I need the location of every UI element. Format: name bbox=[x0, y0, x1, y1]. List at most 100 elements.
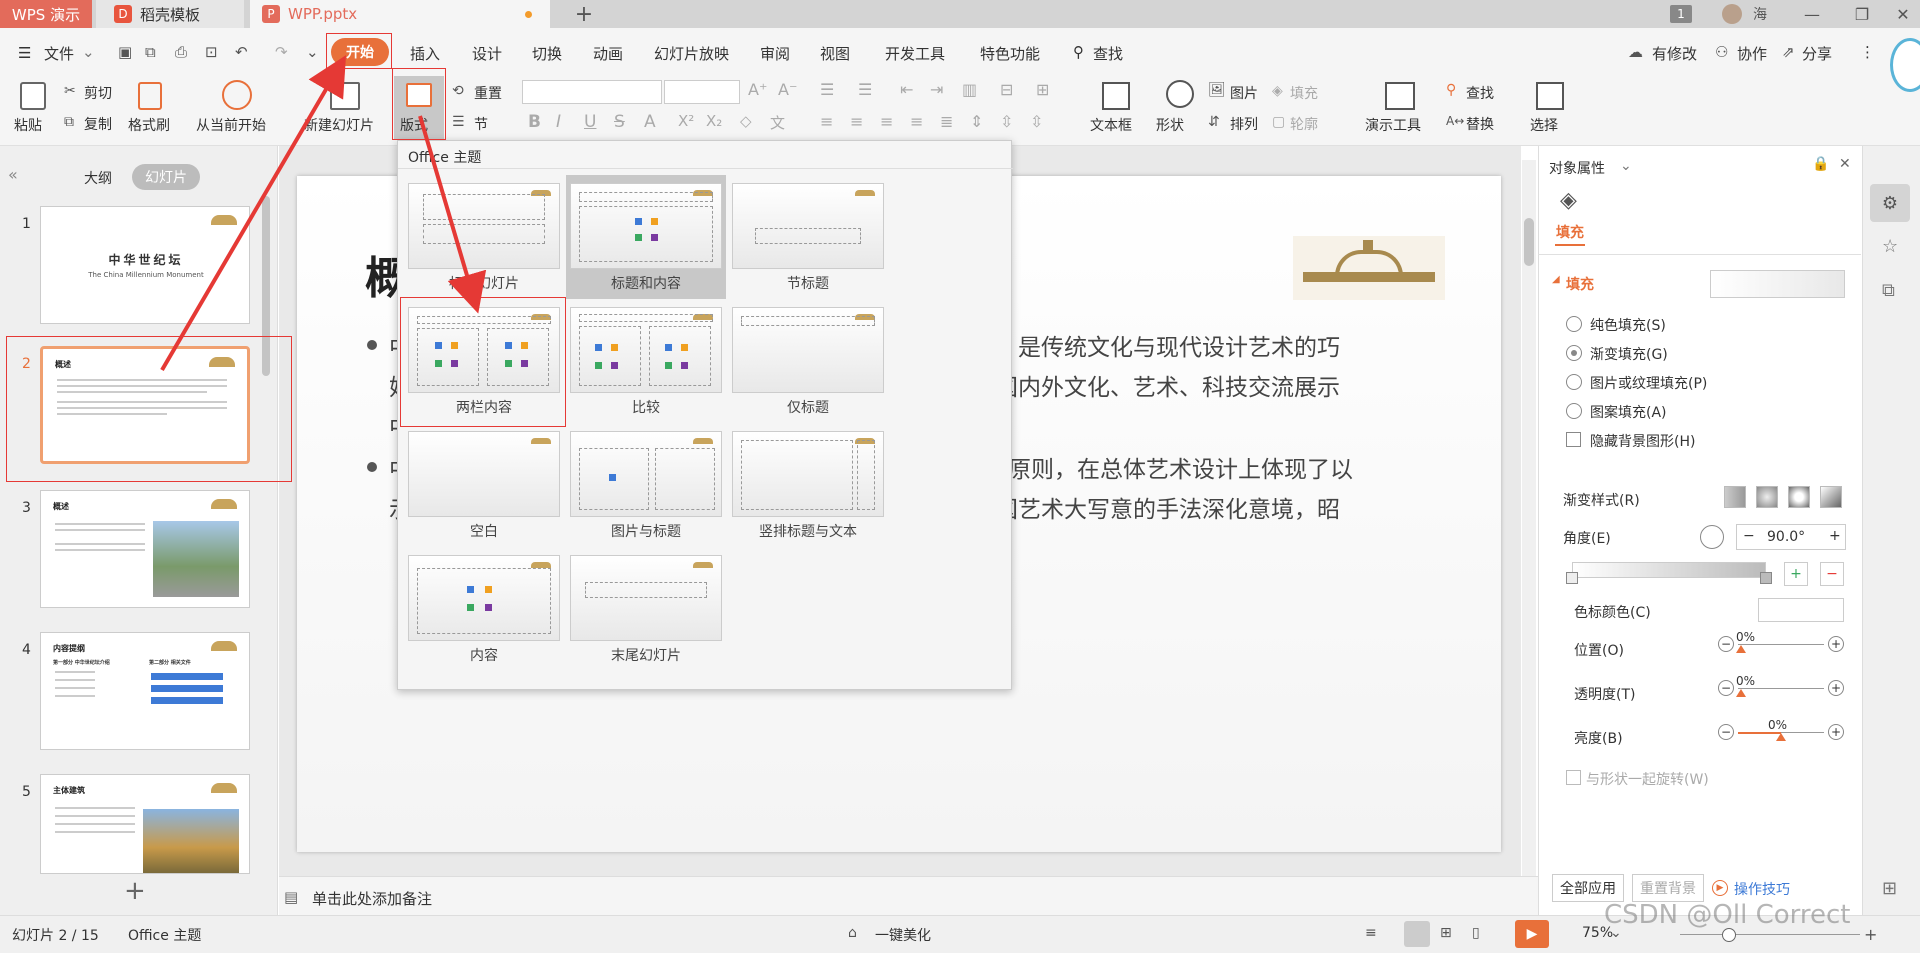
replace-icon[interactable]: A↔ bbox=[1446, 114, 1464, 128]
hamburger-icon[interactable]: ☰ bbox=[18, 44, 31, 62]
subscript-icon[interactable]: X₂ bbox=[706, 112, 722, 130]
menu-tab-animation[interactable]: 动画 bbox=[593, 43, 623, 64]
tab-daoke-templates[interactable]: D 稻壳模板 bbox=[96, 0, 244, 28]
print-icon[interactable]: ⎙ bbox=[175, 43, 187, 61]
more-options-icon[interactable]: ⋮ bbox=[1860, 43, 1875, 61]
animation-star-icon[interactable]: ☆ bbox=[1882, 236, 1898, 257]
layout-picture-with-title[interactable] bbox=[570, 431, 722, 517]
link-icon[interactable]: ⧉ bbox=[145, 43, 156, 61]
hide-background-label[interactable]: 隐藏背景图形(H) bbox=[1590, 431, 1695, 451]
font-name-select[interactable] bbox=[522, 80, 662, 104]
slide-sorter-icon[interactable]: ⊞ bbox=[1440, 925, 1452, 941]
menu-tab-view[interactable]: 视图 bbox=[820, 43, 850, 64]
apps-grid-icon[interactable]: ⊞ bbox=[1882, 878, 1897, 899]
new-slide-button[interactable]: 新建幻灯片 bbox=[304, 115, 374, 135]
gradient-fill-radio[interactable] bbox=[1566, 345, 1582, 361]
align-right-icon[interactable]: ≡ bbox=[880, 112, 893, 131]
slide-thumbnail-4[interactable]: 内容提纲 第一部分 中华世纪坛介绍 第二部分 相关文件 bbox=[40, 632, 250, 750]
align-text-icon[interactable]: ⊞ bbox=[1036, 80, 1049, 99]
gradient-bar[interactable] bbox=[1572, 562, 1766, 578]
position-slider-track[interactable] bbox=[1738, 644, 1824, 645]
copy-icon[interactable]: ⧉ bbox=[64, 114, 74, 130]
clear-format-icon[interactable]: ◇ bbox=[740, 112, 752, 130]
fill-icon[interactable]: ◈ bbox=[1272, 83, 1283, 99]
radial-gradient-icon[interactable] bbox=[1756, 486, 1778, 508]
redo-icon[interactable]: ↷ bbox=[275, 43, 288, 61]
section-icon[interactable]: ☰ bbox=[452, 114, 465, 130]
select-button[interactable]: 选择 bbox=[1530, 115, 1558, 135]
copy-button[interactable]: 复制 bbox=[84, 114, 112, 134]
fill-section-title[interactable]: 填充 bbox=[1566, 274, 1594, 294]
bullets-icon[interactable]: ☰ bbox=[820, 80, 834, 99]
reset-icon[interactable]: ⟲ bbox=[452, 83, 464, 99]
layout-vertical-title-text[interactable] bbox=[732, 431, 884, 517]
section-button[interactable]: 节 bbox=[474, 114, 488, 134]
position-decrement-icon[interactable]: − bbox=[1718, 636, 1734, 652]
modified-status[interactable]: 有修改 bbox=[1652, 43, 1697, 64]
transparency-slider-handle[interactable] bbox=[1736, 689, 1746, 697]
presentation-tools-icon[interactable] bbox=[1385, 82, 1415, 110]
pattern-fill-label[interactable]: 图案填充(A) bbox=[1590, 402, 1667, 422]
notes-view-icon[interactable]: ≡ bbox=[1365, 925, 1377, 941]
numbering-icon[interactable]: ☰ bbox=[858, 80, 872, 99]
menu-tab-design[interactable]: 设计 bbox=[472, 43, 502, 64]
gradient-fill-label[interactable]: 渐变填充(G) bbox=[1590, 344, 1668, 364]
picture-fill-label[interactable]: 图片或纹理填充(P) bbox=[1590, 373, 1707, 393]
font-color-icon[interactable]: A bbox=[644, 112, 656, 132]
increase-indent-icon[interactable]: ⇥ bbox=[930, 80, 943, 99]
shape-button[interactable]: 形状 bbox=[1156, 115, 1184, 135]
fill-tab[interactable]: 填充 bbox=[1556, 222, 1584, 242]
angle-value[interactable]: 90.0° bbox=[1767, 529, 1805, 545]
print-preview-icon[interactable]: ⊡ bbox=[205, 43, 218, 61]
search-icon[interactable]: ⚲ bbox=[1073, 43, 1084, 61]
chevron-down-icon[interactable]: ⌄ bbox=[82, 43, 95, 61]
menu-tab-review[interactable]: 审阅 bbox=[760, 43, 790, 64]
collaborate-button[interactable]: 协作 bbox=[1737, 43, 1767, 64]
share-button[interactable]: 分享 bbox=[1802, 43, 1832, 64]
user-avatar[interactable] bbox=[1722, 4, 1742, 24]
monument-logo[interactable] bbox=[1293, 236, 1445, 300]
distributed-icon[interactable]: ≣ bbox=[940, 112, 953, 131]
fill-button[interactable]: 填充 bbox=[1290, 83, 1318, 103]
theme-name[interactable]: Office 主题 bbox=[128, 925, 201, 945]
format-painter-button[interactable]: 格式刷 bbox=[128, 115, 170, 135]
linear-gradient-icon[interactable] bbox=[1724, 486, 1746, 508]
add-slide-button[interactable]: + bbox=[124, 876, 146, 906]
menu-tab-developer[interactable]: 开发工具 bbox=[885, 43, 945, 64]
layout-comparison[interactable] bbox=[570, 307, 722, 393]
fill-color-select[interactable] bbox=[1710, 270, 1845, 298]
tab-wpp-file[interactable]: P WPP.pptx bbox=[250, 0, 550, 28]
text-direction-icon[interactable]: ⊟ bbox=[1000, 80, 1013, 99]
superscript-icon[interactable]: X² bbox=[678, 112, 694, 130]
slide-thumbnail-3[interactable]: 概述 bbox=[40, 490, 250, 608]
paste-button[interactable]: 粘贴 bbox=[14, 115, 42, 135]
maximize-icon[interactable]: ❐ bbox=[1842, 0, 1882, 28]
angle-increment-icon[interactable]: + bbox=[1829, 528, 1841, 544]
solid-fill-label[interactable]: 纯色填充(S) bbox=[1590, 315, 1666, 335]
decrease-indent-icon[interactable]: ⇤ bbox=[900, 80, 913, 99]
panel-title[interactable]: 对象属性 bbox=[1549, 158, 1605, 178]
grow-font-icon[interactable]: A⁺ bbox=[748, 80, 767, 99]
save-icon[interactable]: ▣ bbox=[118, 43, 132, 61]
tab-wps-app[interactable]: WPS 演示 bbox=[0, 0, 92, 28]
paragraph-settings-icon[interactable]: ⇳ bbox=[1030, 112, 1043, 131]
brightness-increment-icon[interactable]: + bbox=[1828, 724, 1844, 740]
angle-input[interactable]: − 90.0° + bbox=[1736, 524, 1846, 550]
italic-icon[interactable]: I bbox=[556, 112, 561, 132]
slide-thumbnail-5[interactable]: 主体建筑 bbox=[40, 774, 250, 874]
transition-icon[interactable]: ⧉ bbox=[1882, 280, 1895, 301]
justify-icon[interactable]: ≡ bbox=[910, 112, 923, 131]
brightness-decrement-icon[interactable]: − bbox=[1718, 724, 1734, 740]
layout-title-only[interactable] bbox=[732, 307, 884, 393]
angle-dial-icon[interactable] bbox=[1700, 525, 1724, 549]
canvas-scrollbar-thumb[interactable] bbox=[1524, 218, 1534, 266]
menu-search[interactable]: 查找 bbox=[1093, 43, 1123, 64]
strikethrough-icon[interactable]: S bbox=[614, 112, 625, 132]
picture-button[interactable]: 图片 bbox=[1230, 83, 1258, 103]
angle-decrement-icon[interactable]: − bbox=[1743, 528, 1755, 544]
notes-placeholder[interactable]: 单击此处添加备注 bbox=[312, 888, 432, 909]
arrange-icon[interactable]: ⇵ bbox=[1208, 114, 1220, 130]
paragraph-spacing-icon[interactable]: ⇳ bbox=[1000, 112, 1013, 131]
bold-icon[interactable]: B bbox=[528, 112, 541, 132]
find-button[interactable]: 查找 bbox=[1466, 83, 1494, 103]
